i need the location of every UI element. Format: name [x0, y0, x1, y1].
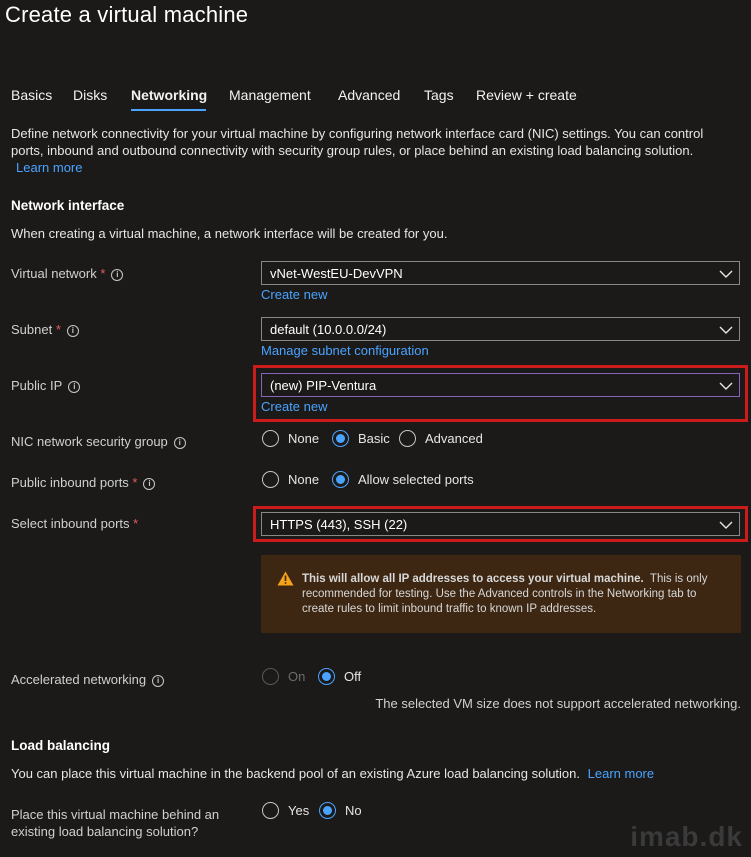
lb-yes-label: Yes — [288, 803, 310, 818]
public-ip-select[interactable]: (new) PIP-Ventura — [261, 373, 740, 397]
public-ip-value: (new) PIP-Ventura — [270, 378, 377, 393]
select-inbound-ports-label-text: Select inbound ports — [11, 516, 130, 531]
lb-no-label: No — [345, 803, 362, 818]
inbound-allow-selected-radio[interactable] — [332, 471, 349, 488]
accelerated-note: The selected VM size does not support ac… — [375, 696, 741, 711]
required-asterisk: * — [128, 475, 138, 490]
load-balancing-heading: Load balancing — [11, 738, 111, 753]
warning-message-bar: This will allow all IP addresses to acce… — [261, 555, 741, 633]
select-inbound-ports-label: Select inbound ports * — [11, 516, 138, 531]
subnet-select[interactable]: default (10.0.0.0/24) — [261, 317, 740, 341]
lb-no-radio[interactable] — [319, 802, 336, 819]
subnet-label: Subnet * i — [11, 322, 79, 337]
public-ip-label-text: Public IP — [11, 378, 63, 393]
accelerated-on-label: On — [288, 669, 306, 684]
warning-bold-text: This will allow all IP addresses to acce… — [302, 573, 644, 585]
tab-networking[interactable]: Networking — [131, 87, 207, 103]
place-behind-lb-label: Place this virtual machine behind an exi… — [11, 806, 219, 840]
place-behind-lb-label-line2: existing load balancing solution? — [11, 824, 199, 839]
nsg-none-label: None — [288, 431, 320, 446]
network-interface-heading: Network interface — [11, 198, 125, 213]
nsg-basic-label: Basic — [358, 431, 390, 446]
info-icon[interactable]: i — [173, 437, 186, 449]
accelerated-networking-label-text: Accelerated networking — [11, 672, 147, 687]
public-ip-label: Public IP i — [11, 378, 81, 393]
nsg-none-radio[interactable] — [262, 430, 279, 447]
tab-tags[interactable]: Tags — [424, 87, 454, 103]
page-title: Create a virtual machine — [5, 2, 249, 27]
chevron-down-icon — [719, 326, 733, 334]
load-balancing-description-text: You can place this virtual machine in th… — [11, 766, 581, 781]
nsg-label: NIC network security group i — [11, 434, 186, 449]
virtual-network-select[interactable]: vNet-WestEU-DevVPN — [261, 261, 740, 285]
nsg-basic-radio[interactable] — [332, 430, 349, 447]
manage-subnet-link[interactable]: Manage subnet configuration — [261, 343, 429, 358]
chevron-down-icon — [719, 521, 733, 529]
nsg-advanced-label: Advanced — [425, 431, 483, 446]
create-new-public-ip-link[interactable]: Create new — [261, 399, 327, 414]
select-inbound-ports-value: HTTPS (443), SSH (22) — [270, 517, 408, 532]
intro-text: Define network connectivity for your vir… — [11, 126, 704, 158]
inbound-none-label: None — [288, 472, 320, 487]
chevron-down-icon — [719, 270, 733, 278]
lb-yes-radio[interactable] — [262, 802, 279, 819]
network-interface-description: When creating a virtual machine, a netwo… — [11, 226, 448, 241]
chevron-down-icon — [719, 382, 733, 390]
public-inbound-ports-label: Public inbound ports * i — [11, 475, 156, 490]
nsg-label-text: NIC network security group — [11, 434, 168, 449]
tab-management[interactable]: Management — [229, 87, 311, 103]
watermark: imab.dk — [630, 821, 743, 852]
accelerated-off-label: Off — [344, 669, 362, 684]
intro-learn-more-link[interactable]: Learn more — [16, 160, 82, 175]
load-balancing-description: You can place this virtual machine in th… — [11, 766, 654, 781]
nsg-advanced-radio[interactable] — [399, 430, 416, 447]
create-new-vnet-link[interactable]: Create new — [261, 287, 327, 302]
tab-basics[interactable]: Basics — [11, 87, 52, 103]
warning-text: This will allow all IP addresses to acce… — [302, 572, 727, 617]
inbound-allow-selected-label: Allow selected ports — [358, 472, 474, 487]
place-behind-lb-label-line1: Place this virtual machine behind an — [11, 807, 220, 822]
warning-icon — [277, 571, 294, 586]
public-inbound-ports-label-text: Public inbound ports — [11, 475, 129, 490]
info-icon[interactable]: i — [152, 675, 165, 687]
virtual-network-label-text: Virtual network — [11, 266, 97, 281]
tab-disks[interactable]: Disks — [73, 87, 107, 103]
tab-review-create[interactable]: Review + create — [476, 87, 577, 103]
virtual-network-value: vNet-WestEU-DevVPN — [270, 266, 403, 281]
info-icon[interactable]: i — [143, 478, 156, 490]
required-asterisk: * — [52, 322, 61, 337]
accelerated-off-radio[interactable] — [318, 668, 335, 685]
info-icon[interactable]: i — [111, 269, 124, 281]
accelerated-on-radio — [262, 668, 279, 685]
active-tab-indicator — [131, 109, 206, 111]
info-icon[interactable]: i — [68, 381, 81, 393]
tab-advanced[interactable]: Advanced — [338, 87, 400, 103]
intro-description: Define network connectivity for your vir… — [11, 125, 736, 176]
required-asterisk: * — [129, 516, 139, 531]
info-icon[interactable]: i — [66, 325, 79, 337]
load-balancing-learn-more-link[interactable]: Learn more — [588, 766, 654, 781]
virtual-network-label: Virtual network * i — [11, 266, 124, 281]
accelerated-networking-label: Accelerated networking i — [11, 672, 165, 687]
required-asterisk: * — [96, 266, 106, 281]
select-inbound-ports-select[interactable]: HTTPS (443), SSH (22) — [261, 512, 740, 536]
subnet-label-text: Subnet — [11, 322, 53, 337]
subnet-value: default (10.0.0.0/24) — [270, 322, 387, 337]
inbound-none-radio[interactable] — [262, 471, 279, 488]
